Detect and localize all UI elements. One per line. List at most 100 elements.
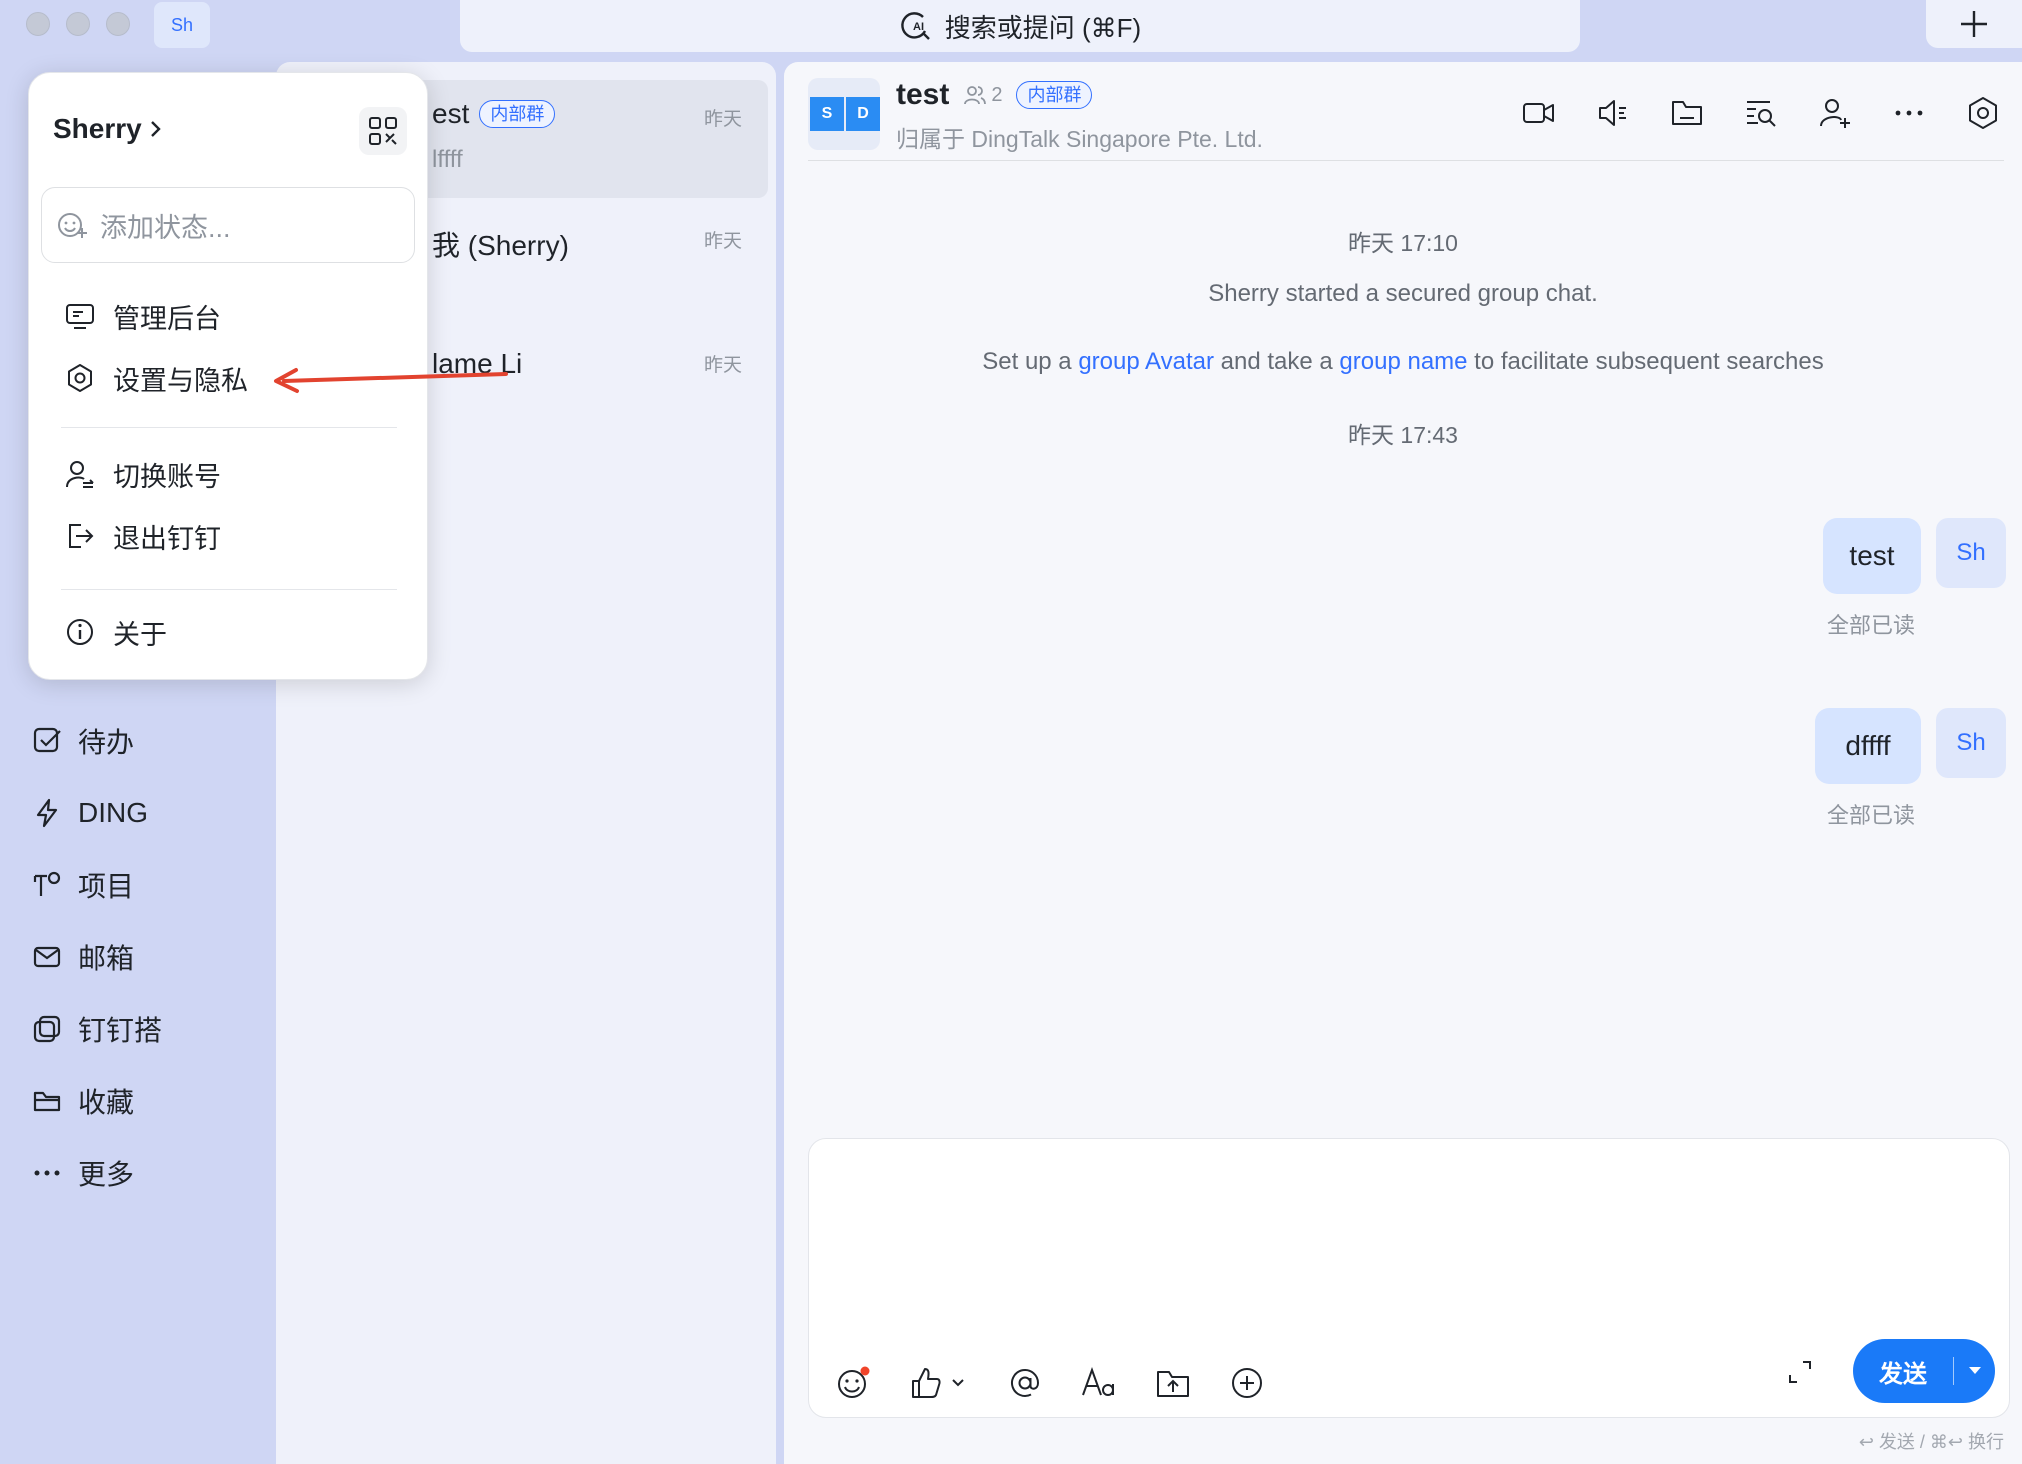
timestamp: 昨天 17:43 [1348, 422, 1458, 448]
upload-file-icon[interactable] [1155, 1365, 1191, 1401]
sidebar-item-label: 项目 [78, 871, 135, 902]
conversation-name: 我 (Sherry) [432, 230, 569, 261]
group-avatar[interactable]: S D [808, 78, 880, 150]
lightning-icon [36, 798, 58, 828]
chat-title[interactable]: test [896, 78, 949, 112]
read-status[interactable]: 全部已读 [1827, 608, 1915, 640]
conversation-name: est [432, 98, 470, 129]
video-icon[interactable] [1522, 96, 1556, 130]
menu-item-switch-account[interactable]: 切换账号 [65, 449, 221, 499]
add-status-emoji-icon [58, 213, 87, 238]
sidebar-item-dingda[interactable]: 钉钉搭 [32, 1004, 162, 1054]
menu-item-label: 退出钉钉 [113, 523, 221, 554]
sidebar-item-todo[interactable]: 待办 [32, 716, 134, 766]
create-button[interactable] [1926, 0, 2022, 48]
chat-header-toolbar [1522, 96, 2000, 130]
send-button[interactable]: 发送 [1853, 1339, 1995, 1403]
group-avatar-link[interactable]: group Avatar [1078, 348, 1214, 375]
info-icon [67, 619, 93, 645]
tip-text: to facilitate subsequent searches [1467, 348, 1824, 375]
annotation-arrow-icon [274, 368, 508, 393]
status-placeholder: 添加状态... [100, 212, 231, 243]
message-bubble[interactable]: test [1823, 518, 1921, 594]
sidebar-item-more[interactable]: 更多 [32, 1148, 134, 1198]
conversation-name-row: est 内部群 [432, 98, 556, 130]
group-name-link[interactable]: group name [1339, 348, 1467, 375]
menu-item-label: 关于 [113, 619, 167, 650]
emoji-icon[interactable] [835, 1365, 871, 1401]
monitor-icon [66, 304, 94, 329]
conversation-time: 昨天 [703, 231, 742, 252]
menu-item-logout[interactable]: 退出钉钉 [65, 511, 221, 561]
plus-icon [1961, 11, 1987, 37]
svg-text:AI: AI [913, 21, 924, 33]
menu-item-settings-privacy[interactable]: 设置与隐私 [65, 353, 248, 403]
header-divider [808, 160, 2004, 161]
sidebar-item-label: 待办 [78, 727, 135, 758]
conversation-preview: lffff [432, 146, 463, 173]
gear-icon [68, 364, 92, 392]
conversation-time: 昨天 [703, 109, 742, 130]
member-count[interactable]: 2 [963, 83, 1002, 107]
search-label: 搜索或提问 (⌘F) [944, 12, 1142, 43]
settings-icon[interactable] [1966, 96, 2000, 130]
audio-icon[interactable] [1596, 96, 1630, 130]
keyboard-hint: ↩ 发送 / ⌘↩ 换行 [1858, 1432, 2004, 1452]
global-search-bar[interactable]: AI 搜索或提问 (⌘F) [460, 0, 1580, 52]
sidebar-item-mail[interactable]: 邮箱 [32, 932, 134, 982]
todo-check-icon [33, 727, 61, 753]
avatar[interactable]: Sh [1936, 518, 2006, 588]
menu-item-admin[interactable]: 管理后台 [65, 291, 221, 341]
file-icon[interactable] [1670, 96, 1704, 130]
chat-title-row: test 2 内部群 [896, 78, 1093, 112]
sidebar-item-favorites[interactable]: 收藏 [32, 1076, 134, 1126]
avatar[interactable]: Sh [1936, 708, 2006, 778]
send-options-dropdown[interactable] [1954, 1366, 1995, 1376]
chevron-right-icon [150, 121, 161, 137]
conversation-time: 昨天 [703, 355, 742, 376]
dingda-icon [33, 1015, 61, 1043]
sidebar-item-project[interactable]: 项目 [32, 860, 134, 910]
read-status[interactable]: 全部已读 [1827, 798, 1915, 830]
qr-code-button[interactable] [359, 107, 407, 155]
thumbs-up-dropdown-icon[interactable] [909, 1365, 969, 1401]
project-icon [33, 871, 61, 896]
menu-item-label: 设置与隐私 [113, 365, 248, 396]
org-label: 归属于 DingTalk Singapore Pte. Ltd. [896, 126, 1263, 152]
mention-icon[interactable] [1007, 1365, 1043, 1401]
tip-text: and take a [1213, 348, 1340, 375]
menu-divider [61, 589, 397, 590]
menu-item-label: 切换账号 [113, 461, 221, 492]
member-count-value: 2 [991, 83, 1003, 106]
user-name: Sherry [53, 113, 142, 144]
menu-divider [61, 427, 397, 428]
menu-item-label: 管理后台 [113, 303, 221, 334]
add-circle-icon[interactable] [1229, 1365, 1265, 1401]
search-history-icon[interactable] [1744, 96, 1778, 130]
message-bubble[interactable]: dffff [1815, 708, 1921, 784]
sidebar-item-ding[interactable]: DING [32, 788, 148, 838]
menu-item-about[interactable]: 关于 [65, 607, 167, 657]
more-icon[interactable] [1892, 96, 1926, 130]
titlebar-avatar[interactable]: Sh [154, 2, 210, 48]
avatar-letter: D [846, 97, 880, 131]
more-dots-icon [34, 1170, 60, 1176]
internal-group-tag: 内部群 [479, 100, 556, 128]
qr-code-icon [369, 117, 397, 145]
zoom-window-button[interactable] [106, 12, 130, 36]
sidebar-item-label: 邮箱 [78, 943, 135, 974]
close-window-button[interactable] [26, 12, 50, 36]
minimize-window-button[interactable] [66, 12, 90, 36]
status-input[interactable]: 添加状态... [41, 187, 415, 263]
switch-account-icon [66, 461, 94, 488]
tip-text: Set up a [982, 348, 1079, 375]
internal-group-tag: 内部群 [1016, 81, 1093, 109]
profile-name-link[interactable]: Sherry [53, 113, 164, 145]
message-input[interactable]: 发送 [808, 1138, 2010, 1418]
text-format-icon[interactable] [1081, 1365, 1117, 1401]
avatar-letter: S [810, 97, 844, 131]
sidebar-item-label: DING [78, 797, 148, 828]
logout-icon [69, 524, 94, 548]
expand-icon[interactable] [1787, 1359, 1813, 1385]
add-member-icon[interactable] [1818, 96, 1852, 130]
